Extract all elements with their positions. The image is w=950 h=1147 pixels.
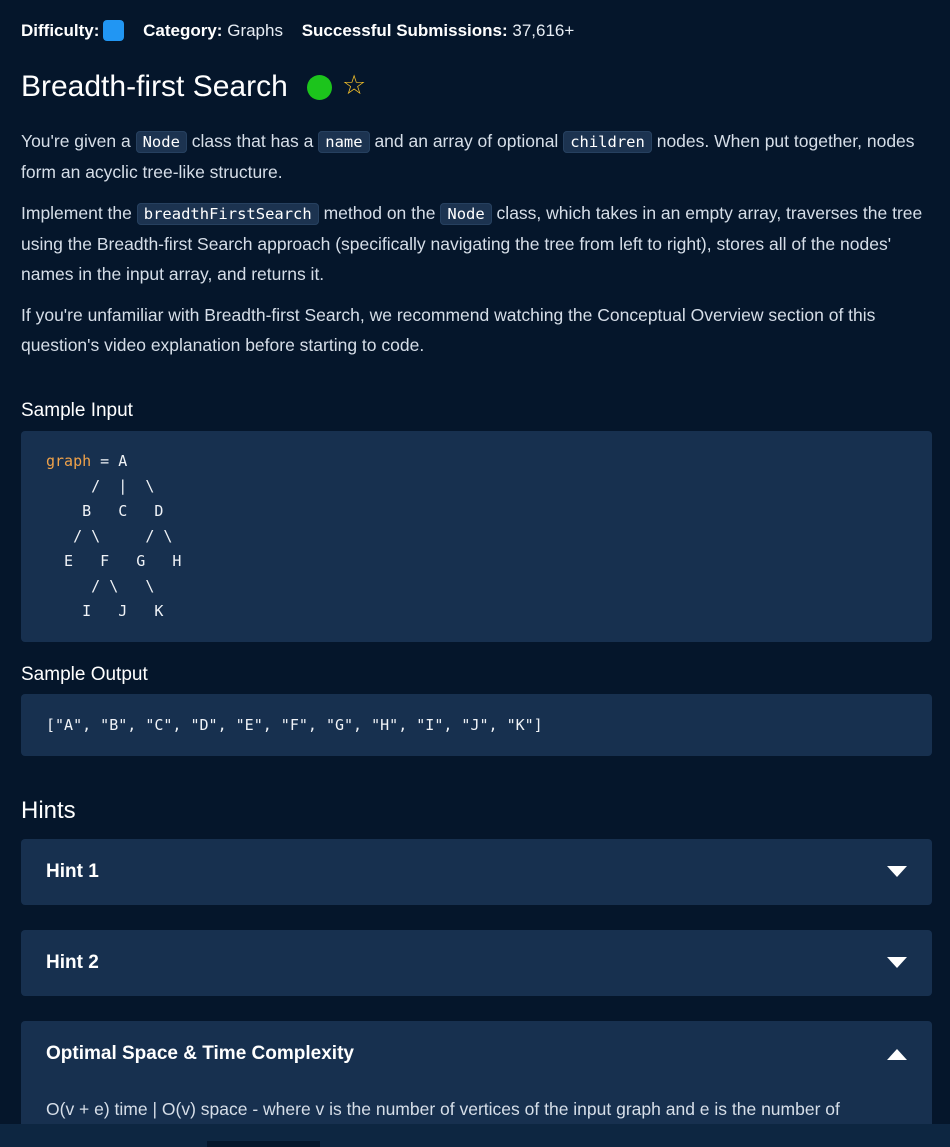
description-paragraph-3: If you're unfamiliar with Breadth-first …: [21, 305, 876, 355]
submissions-label: Successful Submissions:: [301, 21, 508, 40]
description-paragraph-1: You're given a Node class that has a nam…: [21, 131, 915, 182]
category-label: Category:: [143, 21, 223, 40]
chevron-down-icon[interactable]: [887, 957, 907, 968]
difficulty-label: Difficulty:: [21, 21, 100, 40]
hint-2-accordion[interactable]: Hint 2: [21, 930, 932, 996]
hint-label: Hint 2: [46, 952, 99, 973]
completed-status-icon: [307, 75, 332, 100]
star-outline-icon[interactable]: ☆: [342, 72, 366, 99]
sample-input-codebox: graph = A / | \ B C D / \ / \ E F G H / …: [21, 431, 932, 642]
page-title: Breadth-first Search: [21, 70, 288, 103]
complexity-text: O(v + e) time | O(v) space - where v is …: [46, 1099, 840, 1119]
inline-code: breadthFirstSearch: [136, 203, 319, 225]
inline-code: name: [318, 131, 370, 153]
complexity-label: Optimal Space & Time Complexity: [46, 1043, 354, 1064]
category-value: Graphs: [227, 21, 283, 40]
difficulty-indicator: [103, 20, 125, 41]
sample-input-code: graph = A / | \ B C D / \ / \ E F G H / …: [46, 452, 182, 620]
inline-code: Node: [440, 203, 492, 225]
inline-code: children: [563, 131, 652, 153]
chevron-up-icon[interactable]: [887, 1049, 907, 1060]
sample-output-heading: Sample Output: [21, 664, 148, 685]
sample-output-code: ["A", "B", "C", "D", "E", "F", "G", "H",…: [46, 716, 543, 734]
hint-1-accordion[interactable]: Hint 1: [21, 839, 932, 905]
scrollbar-thumb[interactable]: [207, 1141, 320, 1147]
submissions-value: 37,616+: [512, 21, 575, 40]
sample-output-codebox: ["A", "B", "C", "D", "E", "F", "G", "H",…: [21, 694, 932, 756]
inline-code: Node: [135, 131, 187, 153]
hints-heading: Hints: [21, 797, 76, 824]
chevron-down-icon[interactable]: [887, 866, 907, 877]
description-paragraph-2: Implement the breadthFirstSearch method …: [21, 203, 923, 284]
sample-input-heading: Sample Input: [21, 400, 133, 421]
hint-label: Hint 1: [46, 861, 99, 882]
horizontal-scrollbar[interactable]: [0, 1124, 950, 1147]
problem-meta: Difficulty: Category: Graphs Successful …: [21, 20, 574, 41]
